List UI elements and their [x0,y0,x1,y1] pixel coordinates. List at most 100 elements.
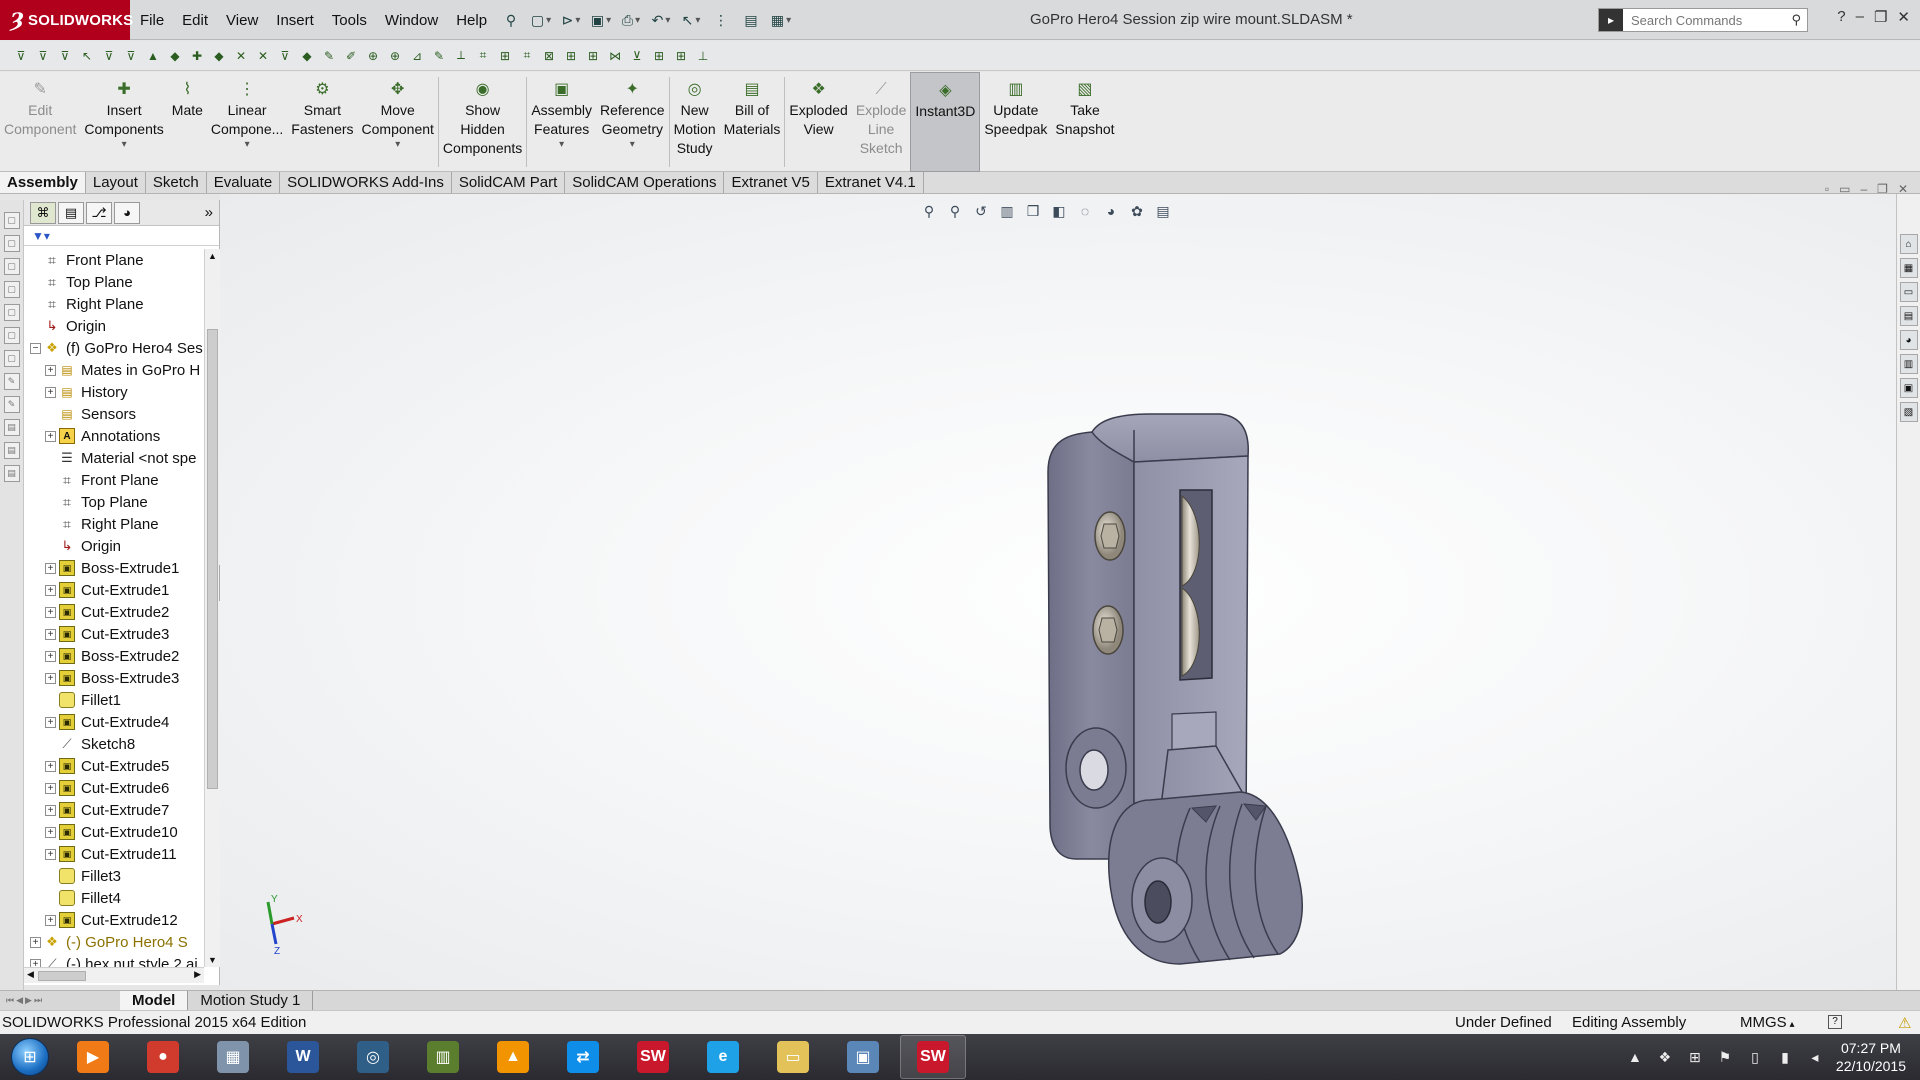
expand-icon[interactable]: + [45,804,56,816]
tree-item[interactable]: + ▣ Cut-Extrude2 [24,601,204,623]
strip-part-icon[interactable]: ▢ [3,258,20,275]
sketch-tool-10-icon[interactable]: ◆ [210,47,228,65]
appearances-icon[interactable]: ◕ [1899,330,1918,350]
design-library-icon[interactable]: ▦ [1899,258,1918,278]
reference-geometry-button[interactable]: ✦ Reference Geometry ▾ [596,72,669,172]
sketch-tool-2-icon[interactable]: ⊽ [34,47,52,65]
strip-part-icon[interactable]: ▢ [3,350,20,367]
scroll-thumb[interactable] [207,329,218,789]
tree-item[interactable]: + ▣ Cut-Extrude1 [24,579,204,601]
dropdown-arrow-icon[interactable]: ▾ [245,139,250,151]
taskbar-chrome[interactable]: ● [130,1035,196,1079]
previous-tab-icon[interactable]: ◀ [16,995,23,1006]
expand-icon[interactable]: + [45,562,56,574]
sketch-tool-8-icon[interactable]: ◆ [166,47,184,65]
select-arrow-icon[interactable]: ↖ [680,9,702,31]
strip-sketch-icon[interactable]: ✎ [3,396,20,413]
insert-components-button[interactable]: ✚ Insert Components ▾ [80,72,167,172]
taskbar-solidworks-running[interactable]: SW [900,1035,966,1079]
view-orientation-icon[interactable]: ❒ [1024,202,1042,220]
save-icon[interactable]: ▣ [590,9,612,31]
explode-line-sketch-button[interactable]: ⟋ Explode Line Sketch [852,72,911,172]
dropdown-arrow-icon[interactable]: ▾ [559,139,564,151]
volume-icon[interactable]: ◂ [1806,1049,1824,1066]
expand-icon[interactable]: + [30,958,41,967]
sketch-tool-22-icon[interactable]: ⌗ [474,47,492,65]
show-hidden-components-button[interactable]: ◉ Show Hidden Components [439,72,526,172]
menu-help[interactable]: Help [456,12,487,29]
edit-appearance-icon[interactable]: ◕ [1102,202,1120,220]
sketch-tool-5-icon[interactable]: ⊽ [100,47,118,65]
tab-evaluate[interactable]: Evaluate [207,172,281,193]
sketch-tool-28-icon[interactable]: ⋈ [606,47,624,65]
tree-item[interactable]: + ▣ Cut-Extrude3 [24,623,204,645]
tree-item[interactable]: + ▤ Mates in GoPro H [24,359,204,381]
expand-icon[interactable]: + [45,386,56,398]
filter-icon[interactable]: ▼▾ [32,229,50,243]
open-folder-icon[interactable]: ⊳ [560,9,582,31]
tree-item[interactable]: ⌗ Right Plane [24,293,204,315]
sketch-tool-11-icon[interactable]: ✕ [232,47,250,65]
menu-view[interactable]: View [226,12,258,29]
next-tab-icon[interactable]: ▶ [25,995,32,1006]
print-icon[interactable]: ⎙ [620,9,642,31]
tab-motion-study-1[interactable]: Motion Study 1 [188,991,314,1010]
tree-item[interactable]: ⌗ Right Plane [24,513,204,535]
tree-item[interactable]: Fillet1 [24,689,204,711]
sketch-tool-20-icon[interactable]: ✎ [430,47,448,65]
traffic-light-icon[interactable]: ⋮ [710,9,732,31]
take-snapshot-button[interactable]: ▧ Take Snapshot [1051,72,1118,172]
options-icon[interactable]: ▦ [770,9,792,31]
tab-model[interactable]: Model [120,991,189,1010]
update-speedpak-button[interactable]: ▥ Update Speedpak [980,72,1051,172]
expand-icon[interactable]: + [45,826,56,838]
solidworks-forum-icon[interactable]: ▣ [1899,378,1918,398]
expand-icon[interactable]: + [45,760,56,772]
show-hidden-icons-icon[interactable]: ▲ [1626,1049,1644,1065]
file-explorer-icon[interactable]: ▭ [1899,282,1918,302]
tree-item[interactable]: ↳ Origin [24,315,204,337]
tree-item[interactable]: + ▣ Cut-Extrude4 [24,711,204,733]
strip-part-icon[interactable]: ▢ [3,212,20,229]
tree-item[interactable]: + ▣ Cut-Extrude10 [24,821,204,843]
expand-icon[interactable]: + [45,430,56,442]
start-button[interactable]: ⊞ [0,1034,60,1080]
tree-item[interactable]: ⌗ Front Plane [24,469,204,491]
dropdown-arrow-icon[interactable]: ▾ [630,139,635,151]
sketch-tool-30-icon[interactable]: ⊞ [650,47,668,65]
tree-item[interactable]: + ▣ Cut-Extrude12 [24,909,204,931]
strip-part-icon[interactable]: ▢ [3,327,20,344]
strip-part-icon[interactable]: ▢ [3,304,20,321]
solidworks-logo[interactable]: Ȝ SOLIDWORKS [0,0,133,40]
tree-item[interactable]: ⌗ Top Plane [24,491,204,513]
taskbar-teamviewer[interactable]: ⇄ [550,1035,616,1079]
expand-icon[interactable]: + [30,936,41,948]
tab-extranet-v5[interactable]: Extranet V5 [724,172,818,193]
expand-icon[interactable]: + [45,606,56,618]
tree-filter[interactable]: ▼▾ [24,226,219,246]
previous-view-icon[interactable]: ↺ [972,202,990,220]
undo-icon[interactable]: ↶ [650,9,672,31]
scroll-right-icon[interactable]: ▶ [194,969,201,980]
sketch-tool-31-icon[interactable]: ⊞ [672,47,690,65]
tree-item[interactable]: + ⟋ (-) hex nut style 2 ai [24,953,204,967]
tree-item[interactable]: − ❖ (f) GoPro Hero4 Ses [24,337,204,359]
taskbar-media-player[interactable]: ▶ [60,1035,126,1079]
expand-icon[interactable]: + [45,914,56,926]
first-tab-icon[interactable]: ⏮ [6,995,14,1006]
exploded-view-button[interactable]: ❖ Exploded View [785,72,851,172]
new-document-icon[interactable]: ▢ [530,9,552,31]
search-commands-input[interactable]: ▸ Search Commands ⚲ [1598,8,1808,32]
instant3d-button[interactable]: ◈ Instant3D [910,72,981,172]
sketch-tool-27-icon[interactable]: ⊞ [584,47,602,65]
quick-tips-icon[interactable]: ? [1828,1015,1842,1029]
expand-icon[interactable]: + [45,672,56,684]
move-component-button[interactable]: ✥ Move Component ▾ [358,72,438,172]
expand-icon[interactable]: + [45,782,56,794]
tab-extranet-v4-1[interactable]: Extranet V4.1 [818,172,924,193]
tree-item[interactable]: + ▤ History [24,381,204,403]
taskbar-vlc[interactable]: ▲ [480,1035,546,1079]
tree-item[interactable]: ⌗ Top Plane [24,271,204,293]
tree-vertical-scrollbar[interactable]: ▲ ▼ [204,249,220,967]
menu-edit[interactable]: Edit [182,12,208,29]
